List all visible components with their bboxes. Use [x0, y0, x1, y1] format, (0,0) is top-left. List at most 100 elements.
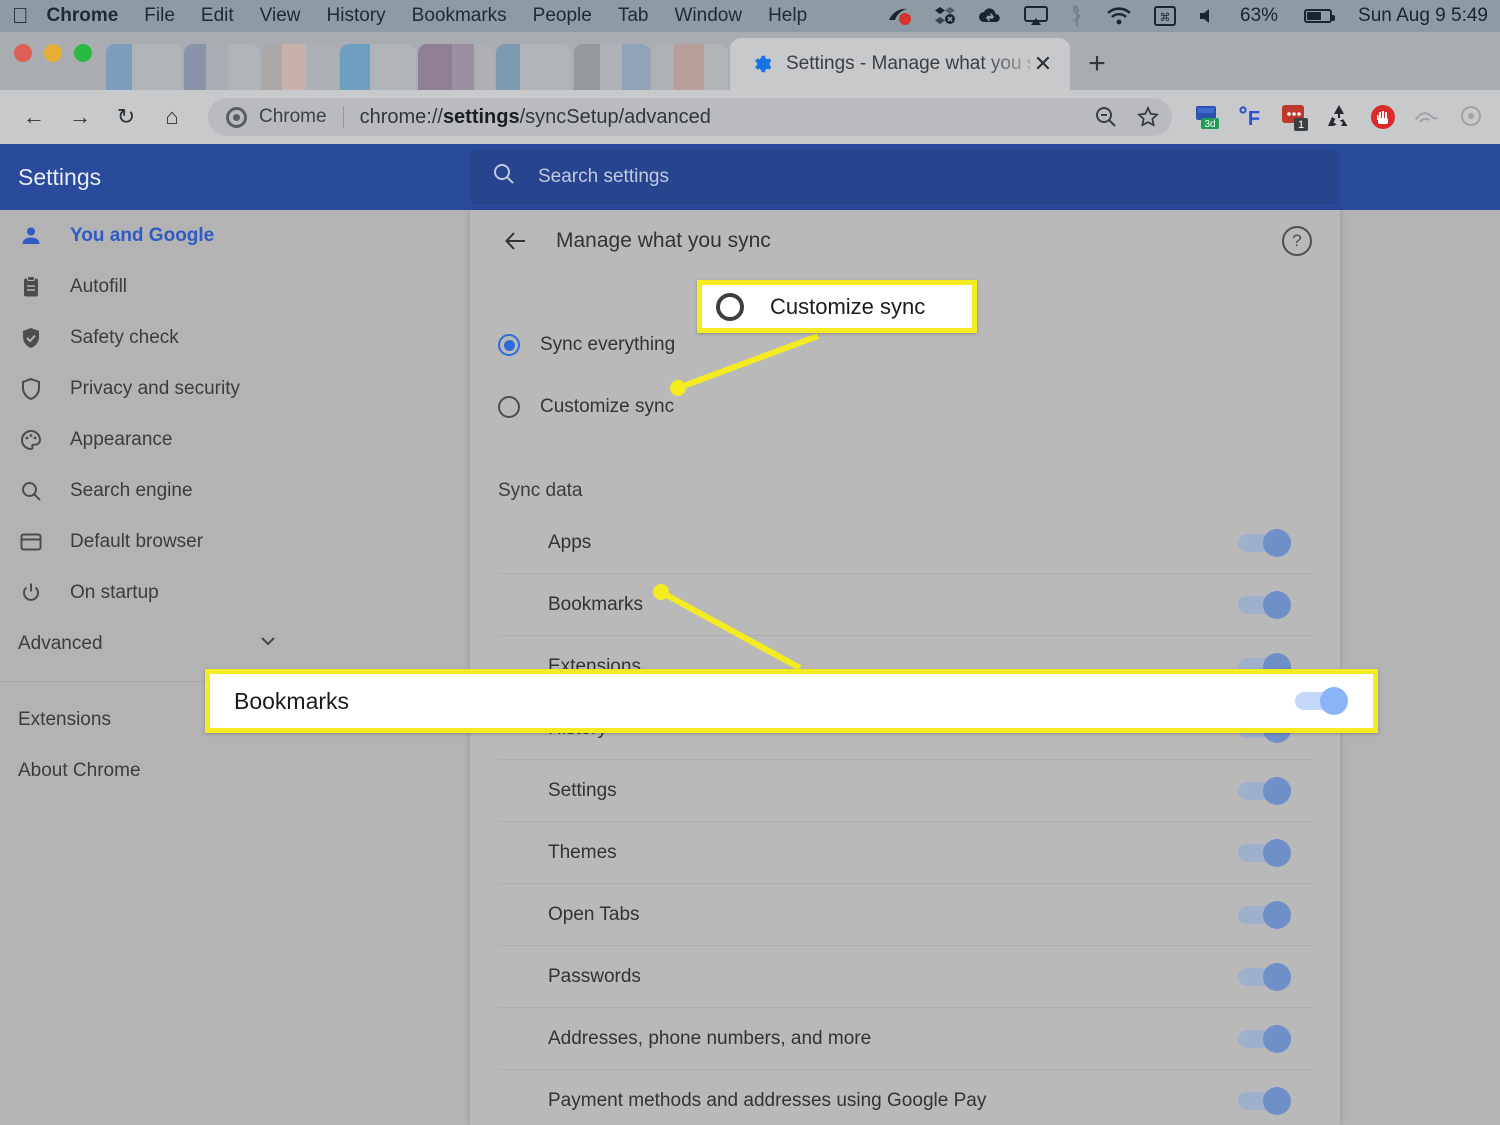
menu-item-history[interactable]: History	[327, 5, 386, 27]
menu-item-bookmarks[interactable]: Bookmarks	[412, 5, 507, 27]
back-arrow-icon[interactable]	[498, 223, 534, 259]
sidebar-item-safety-check[interactable]: Safety check	[0, 312, 470, 363]
close-icon[interactable]: ✕	[1030, 51, 1056, 77]
menu-item-tab[interactable]: Tab	[618, 5, 649, 27]
sync-data-list: Apps Bookmarks Extensions History Settin…	[470, 512, 1340, 1125]
sync-row-apps[interactable]: Apps	[498, 512, 1312, 574]
inactive-tab[interactable]	[340, 44, 416, 90]
content-header: Manage what you sync ?	[470, 210, 1340, 272]
sidebar-item-default-browser[interactable]: Default browser	[0, 516, 470, 567]
forward-navigation-icon[interactable]: →	[60, 97, 100, 137]
sidebar-item-advanced[interactable]: Advanced	[0, 618, 470, 669]
inactive-tab[interactable]	[262, 44, 338, 90]
url-bold-segment: settings	[442, 105, 520, 128]
menu-item-view[interactable]: View	[260, 5, 301, 27]
menu-item-edit[interactable]: Edit	[201, 5, 234, 27]
keyboard-input-icon[interactable]: ⌘	[1154, 6, 1177, 26]
callout-label: Bookmarks	[234, 687, 350, 714]
sidebar-item-on-startup[interactable]: On startup	[0, 567, 470, 618]
browser-toolbar: ← → ↻ ⌂ Chrome chrome://settings/syncSet…	[0, 90, 1500, 144]
minimize-window-button[interactable]	[44, 44, 62, 62]
faded-extension-icon-1[interactable]	[1412, 102, 1442, 132]
maximize-window-button[interactable]	[74, 44, 92, 62]
recycle-extension-icon[interactable]	[1324, 102, 1354, 132]
radio-customize-sync[interactable]: Customize sync	[470, 376, 1340, 438]
new-tab-button[interactable]: +	[1070, 38, 1124, 90]
sidebar-item-label: Advanced	[18, 632, 103, 654]
help-icon[interactable]: ?	[1282, 226, 1312, 256]
inactive-tab[interactable]	[574, 44, 650, 90]
menu-item-people[interactable]: People	[533, 5, 592, 27]
volume-icon[interactable]	[1198, 7, 1218, 25]
callout-customize-sync: Customize sync	[697, 280, 977, 333]
sidebar-item-appearance[interactable]: Appearance	[0, 414, 470, 465]
close-window-button[interactable]	[14, 44, 32, 62]
zoom-search-icon[interactable]	[1088, 99, 1124, 135]
cloud-sync-icon[interactable]	[978, 7, 1002, 25]
reload-icon[interactable]: ↻	[106, 97, 146, 137]
inactive-tab[interactable]	[652, 44, 728, 90]
sync-toggle[interactable]	[1238, 776, 1291, 805]
sync-row-addresses[interactable]: Addresses, phone numbers, and more	[498, 1008, 1312, 1070]
battery-icon[interactable]	[1304, 9, 1336, 23]
airplay-icon[interactable]	[1024, 6, 1049, 26]
wifi-icon[interactable]	[1106, 6, 1132, 26]
active-tab[interactable]: Settings - Manage what you sy ✕	[730, 38, 1070, 90]
back-navigation-icon[interactable]: ←	[14, 97, 54, 137]
inactive-tab[interactable]	[106, 44, 182, 90]
radio-label: Customize sync	[540, 396, 675, 417]
search-settings-input[interactable]: Search settings	[470, 150, 1340, 204]
notes-extension-icon[interactable]: 1	[1280, 102, 1310, 132]
menu-bar-clock[interactable]: Sun Aug 9 5:49	[1358, 5, 1488, 27]
site-identity-badge[interactable]: Chrome	[226, 106, 327, 128]
url-prefix: chrome://	[359, 105, 443, 128]
inactive-tab[interactable]	[184, 44, 260, 90]
sync-toggle[interactable]	[1238, 838, 1291, 867]
sidebar-item-label: Appearance	[70, 428, 173, 450]
sync-row-passwords[interactable]: Passwords	[498, 946, 1312, 1008]
inactive-tab[interactable]	[496, 44, 572, 90]
settings-brand-title[interactable]: Settings	[0, 164, 470, 191]
apple-icon[interactable]: 	[12, 5, 29, 27]
sidebar-item-privacy-and-security[interactable]: Privacy and security	[0, 363, 470, 414]
temperature-extension-icon[interactable]: F	[1236, 102, 1266, 132]
address-bar[interactable]: Chrome chrome://settings/syncSetup/advan…	[208, 98, 1172, 136]
sidebar-item-about-chrome[interactable]: About Chrome	[0, 745, 470, 796]
sync-toggle[interactable]	[1238, 962, 1291, 991]
radio-selected-icon	[498, 334, 520, 356]
sidebar-item-you-and-google[interactable]: You and Google	[0, 210, 470, 261]
bluetooth-icon[interactable]	[1070, 5, 1084, 27]
home-icon[interactable]: ⌂	[152, 97, 192, 137]
sync-toggle[interactable]	[1238, 528, 1291, 557]
screenshot-root:  Chrome File Edit View History Bookmark…	[0, 0, 1500, 1125]
tab-title: Settings - Manage what you sy	[786, 53, 1030, 74]
sync-row-bookmarks[interactable]: Bookmarks	[498, 574, 1312, 636]
menu-item-file[interactable]: File	[144, 5, 175, 27]
star-icon[interactable]	[1130, 99, 1166, 135]
dropbox-icon[interactable]	[934, 6, 956, 26]
menu-item-window[interactable]: Window	[674, 5, 742, 27]
sync-item-label: Themes	[548, 841, 617, 863]
menu-item-chrome[interactable]: Chrome	[47, 5, 119, 27]
menu-item-help[interactable]: Help	[768, 5, 807, 27]
adblock-extension-icon[interactable]	[1368, 102, 1398, 132]
sync-toggle[interactable]	[1238, 590, 1291, 619]
sidebar-item-search-engine[interactable]: Search engine	[0, 465, 470, 516]
sidebar-item-autofill[interactable]: Autofill	[0, 261, 470, 312]
sync-row-payment-methods[interactable]: Payment methods and addresses using Goog…	[498, 1070, 1312, 1125]
status-icon-tray: ⌘ 63%	[886, 5, 1336, 27]
sync-row-open-tabs[interactable]: Open Tabs	[498, 884, 1312, 946]
sidebar-item-label: Privacy and security	[70, 377, 241, 399]
inactive-tab[interactable]	[418, 44, 494, 90]
3d-capture-extension-icon[interactable]: 3d	[1192, 102, 1222, 132]
sync-row-settings[interactable]: Settings	[498, 760, 1312, 822]
sync-toggle[interactable]	[1238, 1024, 1291, 1053]
sync-item-label: Addresses, phone numbers, and more	[548, 1027, 872, 1049]
sync-toggle[interactable]	[1238, 900, 1291, 929]
svg-text:⌘: ⌘	[1160, 12, 1171, 24]
sync-row-themes[interactable]: Themes	[498, 822, 1312, 884]
sync-toggle[interactable]	[1238, 1087, 1291, 1115]
sync-toggle[interactable]	[1295, 687, 1348, 715]
screen-recording-icon[interactable]	[886, 6, 912, 26]
faded-extension-icon-2[interactable]	[1456, 102, 1486, 132]
